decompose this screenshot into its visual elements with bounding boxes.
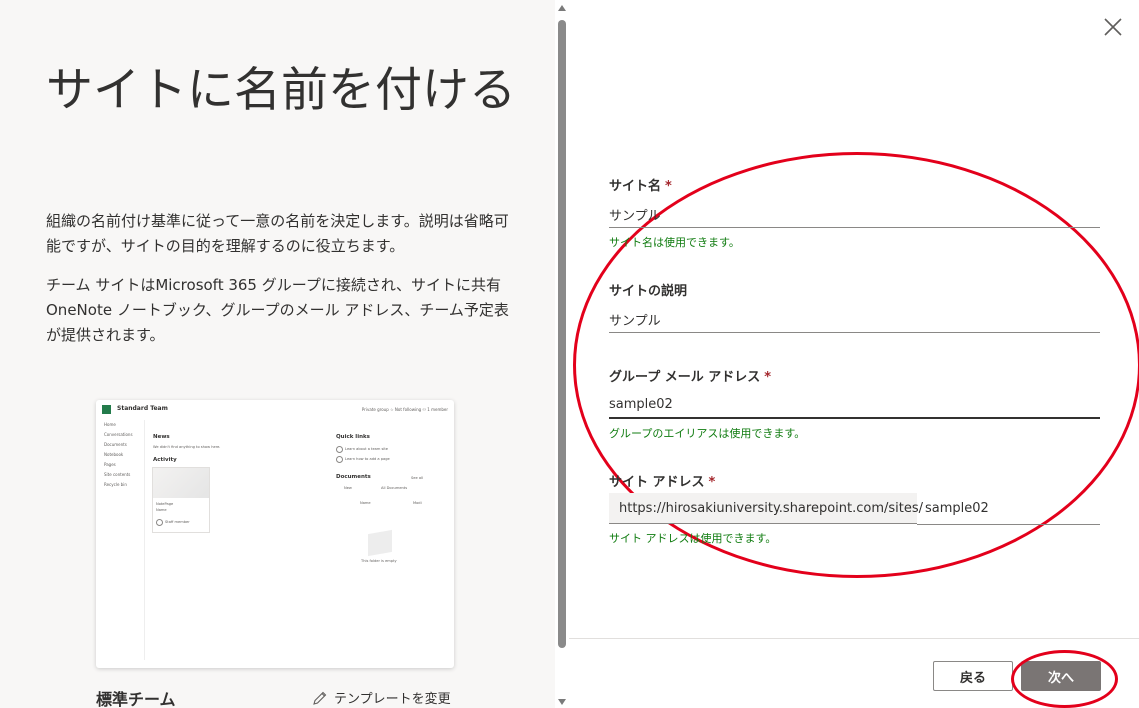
preview-documents-title: Documents — [336, 474, 371, 480]
group-email-label-text: グループ メール アドレス — [609, 370, 761, 385]
site-description-label: サイトの説明 — [609, 284, 688, 299]
site-description-input[interactable] — [609, 306, 1100, 333]
preview-card-title: NotePage — [156, 502, 174, 506]
preview-nav-item: Notebook — [104, 452, 124, 457]
group-email-label: グループ メール アドレス * — [609, 366, 771, 385]
preview-news-title: News — [153, 434, 170, 440]
scroll-up-arrow-icon[interactable] — [558, 5, 566, 11]
template-name: 標準チーム — [96, 690, 176, 708]
preview-col-name: Name — [360, 501, 371, 505]
close-icon — [1104, 18, 1122, 36]
preview-doc-tab-all: All Documents — [381, 486, 408, 490]
site-name-label: サイト名 * — [609, 175, 672, 194]
preview-quick-link-1: Learn about a team site — [345, 447, 388, 451]
preview-nav: Home Conversations Documents Notebook Pa… — [104, 420, 144, 490]
preview-col-modified: Modi — [413, 501, 422, 505]
vertical-scrollbar[interactable] — [555, 0, 569, 708]
description-team-site: チーム サイトはMicrosoft 365 グループに接続され、サイトに共有 O… — [46, 276, 509, 344]
next-button[interactable]: 次へ — [1021, 661, 1101, 691]
left-info-panel: サイトに名前を付ける 組織の名前付け基準に従って一意の名前を決定します。説明は省… — [0, 0, 555, 708]
preview-card-person: Staff member — [165, 520, 190, 524]
preview-quick-links-title: Quick links — [336, 434, 370, 440]
preview-card-sub: Name — [156, 508, 167, 512]
preview-site-name: Standard Team — [117, 405, 168, 412]
preview-nav-item: Home — [104, 422, 116, 427]
preview-card-image — [153, 468, 209, 498]
preview-activity-card: NotePage Name Staff member — [152, 467, 210, 533]
site-name-available-message: サイト名は使用できます。 — [609, 236, 740, 249]
preview-link-icon — [336, 456, 343, 463]
group-email-available-message: グループのエイリアスは使用できます。 — [609, 427, 806, 440]
site-name-input[interactable] — [609, 201, 1100, 228]
scroll-down-arrow-icon[interactable] — [558, 699, 566, 705]
preview-doc-tab-new: New — [344, 486, 352, 490]
preview-nav-item: Site contents — [104, 472, 131, 477]
site-address-input[interactable] — [917, 493, 1100, 525]
preview-nav-item: Documents — [104, 442, 127, 447]
required-mark: * — [665, 179, 672, 194]
change-template-label: テンプレートを変更 — [334, 692, 451, 707]
preview-nav-item: Conversations — [104, 432, 133, 437]
preview-site-meta: Private group ☆ Not following ⚇ 1 member — [361, 407, 448, 412]
site-name-label-text: サイト名 — [609, 179, 662, 194]
preview-person-icon — [156, 519, 163, 526]
change-template-button[interactable]: テンプレートを変更 — [312, 688, 451, 707]
back-button[interactable]: 戻る — [933, 661, 1013, 691]
site-address-available-message: サイト アドレスは使用できます。 — [609, 532, 777, 545]
preview-nav-item: Recycle bin — [104, 482, 127, 487]
preview-see-all: See all — [411, 476, 424, 480]
site-address-label: サイト アドレス * — [609, 471, 715, 490]
site-address-prefix: https://hirosakiuniversity.sharepoint.co… — [609, 493, 923, 524]
close-button[interactable] — [1102, 16, 1124, 38]
preview-empty-folder-icon — [368, 529, 392, 557]
preview-divider — [144, 420, 145, 660]
pencil-icon — [313, 691, 327, 705]
preview-quick-link-2: Learn how to add a page — [345, 457, 390, 461]
preview-news-text: We didn't find anything to show here. — [153, 445, 221, 449]
preview-nav-item: Pages — [104, 462, 116, 467]
description-naming: 組織の名前付け基準に従って一意の名前を決定します。説明は省略可能ですが、サイトの… — [46, 212, 509, 255]
required-mark: * — [708, 475, 716, 490]
page-title: サイトに名前を付ける — [46, 63, 516, 118]
preview-site-logo — [102, 405, 111, 414]
group-email-input[interactable] — [609, 391, 1100, 419]
preview-empty-text: This folder is empty — [361, 559, 397, 563]
scrollbar-thumb[interactable] — [558, 20, 566, 648]
template-preview: Standard Team Private group ☆ Not follow… — [96, 400, 454, 668]
required-mark: * — [764, 370, 772, 385]
site-address-label-text: サイト アドレス — [609, 475, 705, 490]
preview-activity-title: Activity — [153, 457, 177, 463]
footer-divider — [569, 638, 1139, 639]
preview-link-icon — [336, 446, 343, 453]
